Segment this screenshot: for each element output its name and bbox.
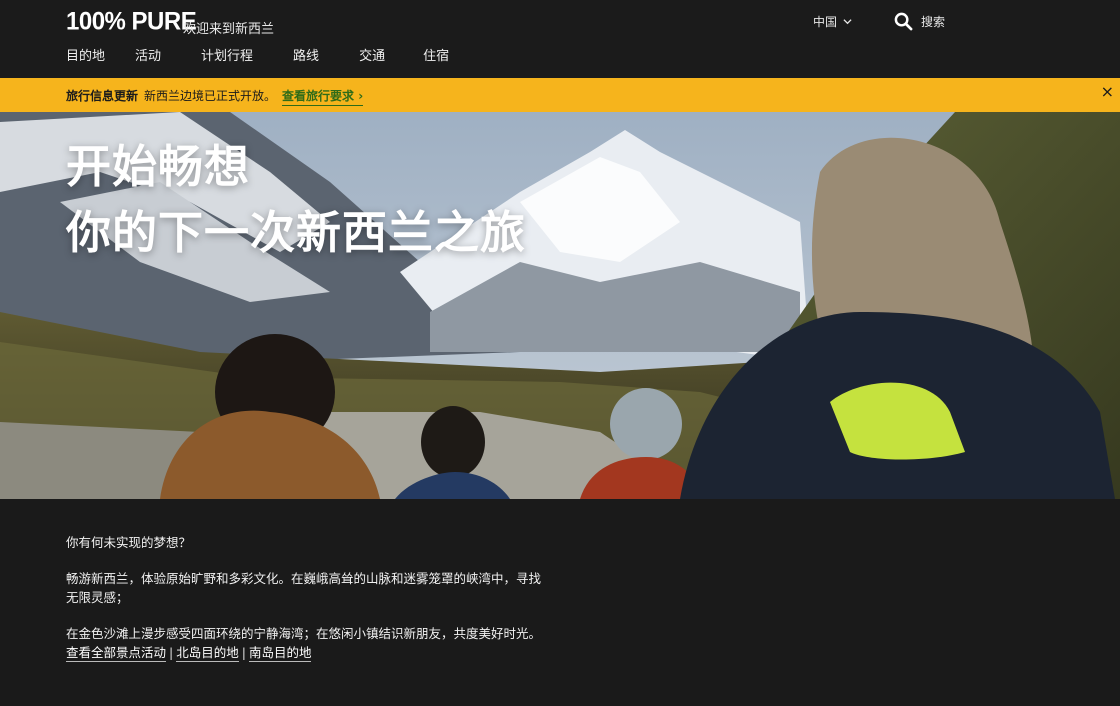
chevron-down-icon [843,19,852,25]
main-nav: 目的地 活动 计划行程 路线 交通 住宿 [66,45,479,64]
nav-item-plan-trip[interactable]: 计划行程 [201,45,253,64]
site-header: 100% PURE 欢迎来到新西兰 中国 搜索 目的地 活动 计划行程 路线 交… [0,0,1120,78]
alert-title: 旅行信息更新 [66,89,139,103]
south-island-link[interactable]: 南岛目的地 [248,645,312,662]
all-activities-link[interactable]: 查看全部景点活动 [66,645,167,662]
nav-item-accommodation[interactable]: 住宿 [423,45,449,64]
hero-headline: 开始畅想 你的下一次新西兰之旅 [66,134,526,266]
alert-message: 新西兰边境已正式开放。 [144,89,277,103]
region-label: 中国 [813,15,838,29]
nav-item-transport[interactable]: 交通 [359,45,385,64]
search-icon [894,12,913,31]
nav-item-activities[interactable]: 活动 [135,45,161,64]
intro-paragraph-2: 在金色沙滩上漫步感受四面环绕的宁静海湾；在悠闲小镇结识新朋友，共度美好时光。 [66,626,542,641]
search-label: 搜索 [921,15,946,29]
intro-question: 你有何未实现的梦想？ [66,535,192,550]
travel-requirements-link[interactable]: 查看旅行要求 › [282,87,364,106]
search-button[interactable]: 搜索 [894,12,945,31]
link-separator: | [241,645,246,660]
nav-item-routes[interactable]: 路线 [293,45,319,64]
link-separator: | [169,645,174,660]
close-icon[interactable]: × [1101,84,1114,100]
welcome-text: 欢迎来到新西兰 [183,22,275,37]
intro-content: 你有何未实现的梦想？ 畅游新西兰，体验原始旷野和多彩文化。在巍峨高耸的山脉和迷雾… [66,533,551,662]
alert-link-label: 查看旅行要求 [282,89,355,103]
travel-alert-banner: 旅行信息更新 新西兰边境已正式开放。 查看旅行要求 › × [0,78,1120,112]
north-island-link[interactable]: 北岛目的地 [176,645,239,662]
intro-paragraph-1: 畅游新西兰，体验原始旷野和多彩文化。在巍峨高耸的山脉和迷雾笼罩的峡湾中，寻找无限… [66,571,542,605]
region-selector[interactable]: 中国 [813,13,852,30]
nav-item-destinations[interactable]: 目的地 [66,45,105,64]
brand-logo[interactable]: 100% PURE [66,7,197,36]
chevron-right-icon: › [358,89,364,103]
destination-links: 查看全部景点活动 | 北岛目的地 | 南岛目的地 [66,643,551,662]
hero-banner: 开始畅想 你的下一次新西兰之旅 [0,112,1120,499]
hero-headline-line-1: 开始畅想 [66,140,251,193]
hero-headline-line-2: 你的下一次新西兰之旅 [66,206,527,259]
